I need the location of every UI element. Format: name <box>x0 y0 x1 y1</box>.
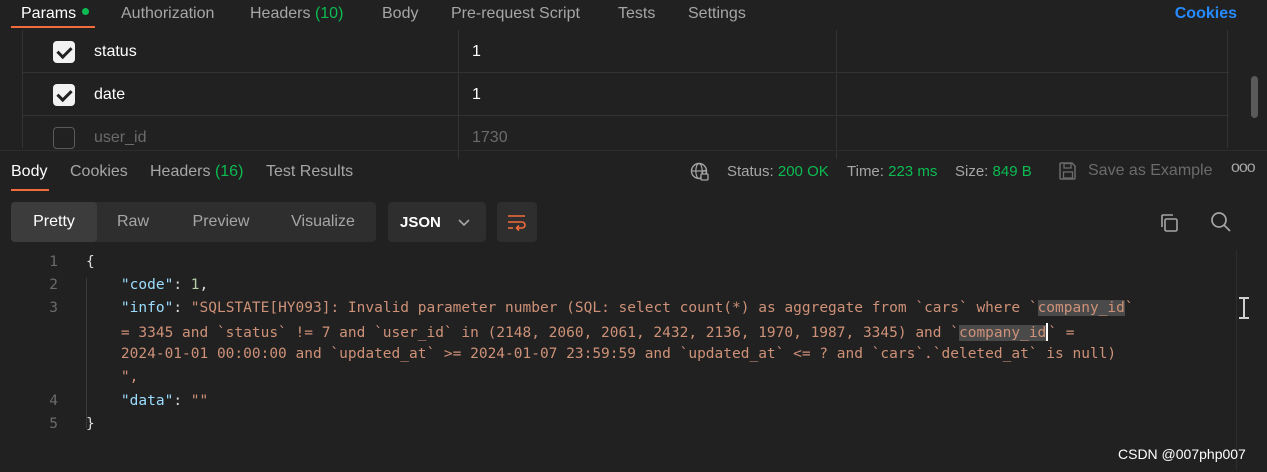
time-label: Time: <box>847 163 884 180</box>
format-dropdown-value: JSON <box>400 214 441 231</box>
param-enabled-checkbox[interactable] <box>53 41 75 63</box>
search-highlight: company_id <box>958 325 1047 341</box>
format-dropdown[interactable]: JSON <box>388 202 486 242</box>
code-scrollbar-track <box>1236 250 1237 470</box>
save-icon <box>1059 162 1076 180</box>
params-scrollbar[interactable] <box>1251 76 1258 118</box>
tab-test-results[interactable]: Test Results <box>266 163 353 181</box>
ibeam-cursor-icon <box>1239 297 1249 319</box>
line-number: 1 <box>49 254 58 270</box>
param-value[interactable]: 1 <box>472 43 481 61</box>
status-label: Status: <box>727 163 774 180</box>
tab-headers[interactable]: Headers (10) <box>250 5 343 23</box>
tab-response-headers-count: (16) <box>214 163 244 180</box>
view-mode-segmented-control: Pretty Raw Preview Visualize <box>11 202 376 242</box>
code-line: "data": "" <box>120 393 209 409</box>
param-row: date 1 <box>23 73 1229 116</box>
tab-authorization[interactable]: Authorization <box>121 5 214 23</box>
wrap-lines-button[interactable] <box>497 202 537 242</box>
view-pretty-button[interactable]: Pretty <box>11 202 97 242</box>
search-icon[interactable] <box>1210 211 1232 233</box>
watermark: CSDN @007php007 <box>1118 446 1246 462</box>
tab-headers-count: (10) <box>314 5 344 22</box>
view-raw-button[interactable]: Raw <box>97 202 169 242</box>
response-status: Status: 200 OK <box>727 163 829 180</box>
chevron-down-icon <box>458 219 470 227</box>
response-body-code[interactable]: 1 2 3 4 5 { "code": 1, "info": "SQLSTATE… <box>0 250 1236 450</box>
response-time: Time: 223 ms <box>847 163 937 180</box>
tab-response-body[interactable]: Body <box>11 163 47 181</box>
param-value[interactable]: 1730 <box>472 129 508 147</box>
search-highlight: company_id <box>1037 300 1125 316</box>
code-line: "code": 1, <box>120 277 209 293</box>
code-line: { <box>86 254 95 270</box>
param-key[interactable]: status <box>94 43 137 61</box>
tab-tests[interactable]: Tests <box>618 5 655 23</box>
wrap-lines-icon <box>508 215 526 232</box>
param-value[interactable]: 1 <box>472 86 481 104</box>
tab-response-headers[interactable]: Headers (16) <box>150 163 243 181</box>
tab-settings[interactable]: Settings <box>688 5 746 23</box>
tab-response-headers-label: Headers <box>150 163 211 180</box>
size-label: Size: <box>955 163 989 180</box>
param-key[interactable]: date <box>94 86 125 104</box>
body-active-underline <box>11 189 49 191</box>
param-row: status 1 <box>23 30 1229 73</box>
tab-params[interactable]: Params <box>21 5 90 23</box>
params-table: status 1 date 1 user_id 1730 <box>22 30 1229 159</box>
code-line: } <box>86 416 95 432</box>
tab-body[interactable]: Body <box>382 5 418 23</box>
size-value: 849 B <box>992 163 1032 180</box>
view-visualize-button[interactable]: Visualize <box>273 202 373 242</box>
code-line: 2024-01-01 00:00:00 and `updated_at` >= … <box>86 346 1117 362</box>
params-active-underline <box>11 26 95 28</box>
param-key[interactable]: user_id <box>94 129 146 147</box>
response-size: Size: 849 B <box>955 163 1032 180</box>
line-number: 5 <box>49 416 58 432</box>
globe-lock-icon[interactable] <box>690 162 710 182</box>
params-active-dot <box>82 8 90 15</box>
line-number: 3 <box>49 300 58 316</box>
tab-headers-label: Headers <box>250 5 311 22</box>
copy-icon[interactable] <box>1158 212 1180 234</box>
status-value: 200 OK <box>777 163 829 180</box>
tab-response-cookies[interactable]: Cookies <box>70 163 128 181</box>
request-tabs: Params Authorization Headers (10) Body P… <box>0 0 1267 28</box>
param-enabled-checkbox[interactable] <box>53 127 75 149</box>
code-line: "info": "SQLSTATE[HY093]: Invalid parame… <box>120 300 1134 316</box>
more-options-icon[interactable]: ooo <box>1231 159 1256 177</box>
line-number: 2 <box>49 277 58 293</box>
time-value: 223 ms <box>888 163 938 180</box>
param-enabled-checkbox[interactable] <box>53 84 75 106</box>
tab-pre-request-script[interactable]: Pre-request Script <box>451 5 580 23</box>
response-bar: Body Cookies Headers (16) Test Results S… <box>0 150 1267 191</box>
view-preview-button[interactable]: Preview <box>171 202 271 242</box>
tab-params-label: Params <box>21 5 77 22</box>
code-line: = 3345 and `status` != 7 and `user_id` i… <box>86 323 1075 341</box>
save-as-example-button[interactable]: Save as Example <box>1088 162 1213 180</box>
code-line: ", <box>86 369 139 385</box>
cookies-link[interactable]: Cookies <box>1175 5 1237 23</box>
line-number: 4 <box>49 393 58 409</box>
